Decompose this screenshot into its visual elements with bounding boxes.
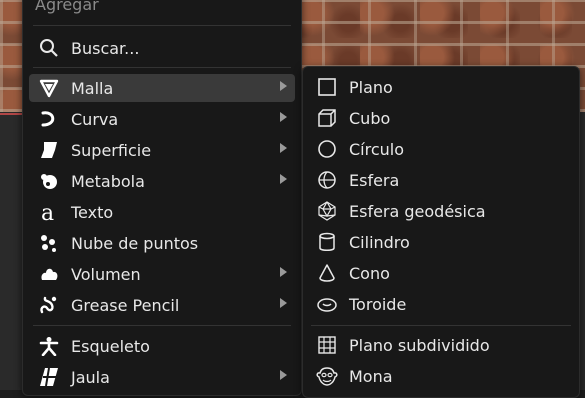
volume-icon (37, 262, 61, 286)
menu-item-metabola[interactable]: Metabola (29, 167, 295, 195)
menu-item-label: Texto (71, 202, 114, 222)
armature-icon (37, 334, 61, 358)
submenu-item-toroide[interactable]: Toroide (309, 290, 571, 318)
submenu-item-plano[interactable]: Plano (309, 73, 571, 101)
mesh-submenu: Plano Cubo Círculo Esfera Esfera geodési… (302, 66, 580, 398)
submenu-arrow-icon (280, 81, 287, 91)
menu-item-curva[interactable]: Curva (29, 105, 295, 133)
menu-item-label: Curva (71, 109, 119, 129)
submenu-item-cono[interactable]: Cono (309, 259, 571, 287)
lattice-icon (37, 365, 61, 389)
ico-sphere-icon (315, 199, 339, 223)
grease-pencil-icon (37, 293, 61, 317)
submenu-arrow-icon (280, 370, 287, 380)
point-cloud-icon (37, 231, 61, 255)
add-menu: Agregar Buscar... Malla Curva Superficie (22, 0, 302, 396)
monkey-icon (315, 364, 339, 388)
menu-separator (33, 325, 291, 326)
menu-item-label: Jaula (71, 367, 110, 387)
curve-icon (37, 107, 61, 131)
menu-title: Agregar (35, 0, 99, 14)
submenu-item-esfera[interactable]: Esfera (309, 166, 571, 194)
submenu-item-plano-subdividido[interactable]: Plano subdividido (309, 331, 571, 359)
circle-icon (315, 137, 339, 161)
submenu-item-label: Esfera (349, 170, 400, 190)
menu-item-label: Malla (71, 78, 114, 98)
menu-item-superficie[interactable]: Superficie (29, 136, 295, 164)
submenu-item-label: Plano (349, 77, 393, 97)
submenu-item-label: Esfera geodésica (349, 201, 486, 221)
submenu-item-cilindro[interactable]: Cilindro (309, 228, 571, 256)
cylinder-icon (315, 230, 339, 254)
submenu-item-label: Cilindro (349, 232, 410, 252)
cube-icon (315, 106, 339, 130)
menu-item-label: Nube de puntos (71, 233, 199, 253)
surface-icon (37, 138, 61, 162)
menu-item-label: Esqueleto (71, 336, 150, 356)
search-item[interactable]: Buscar... (29, 34, 295, 62)
menu-separator (33, 67, 291, 68)
submenu-arrow-icon (280, 298, 287, 308)
search-label: Buscar... (71, 38, 140, 58)
menu-item-label: Metabola (71, 171, 145, 191)
menu-item-nube-de-puntos[interactable]: Nube de puntos (29, 229, 295, 257)
search-icon (37, 36, 61, 60)
submenu-item-cubo[interactable]: Cubo (309, 104, 571, 132)
submenu-item-label: Toroide (349, 294, 407, 314)
menu-item-malla[interactable]: Malla (29, 74, 295, 102)
editor-left-strip (0, 112, 22, 390)
menu-separator (33, 25, 291, 26)
submenu-arrow-icon (280, 143, 287, 153)
submenu-item-label: Cono (349, 263, 390, 283)
submenu-item-circulo[interactable]: Círculo (309, 135, 571, 163)
submenu-item-esfera-geodesica[interactable]: Esfera geodésica (309, 197, 571, 225)
submenu-item-label: Plano subdividido (349, 335, 490, 355)
svg-text:a: a (41, 201, 54, 223)
submenu-item-label: Cubo (349, 108, 391, 128)
cone-icon (315, 261, 339, 285)
submenu-item-mona[interactable]: Mona (309, 362, 571, 390)
submenu-arrow-icon (280, 112, 287, 122)
timeline-marker-line (0, 113, 22, 115)
menu-item-esqueleto[interactable]: Esqueleto (29, 332, 295, 360)
submenu-arrow-icon (280, 174, 287, 184)
plane-icon (315, 75, 339, 99)
text-icon: a (37, 200, 61, 224)
grid-icon (315, 333, 339, 357)
submenu-item-label: Círculo (349, 139, 405, 159)
menu-item-label: Grease Pencil (71, 295, 180, 315)
torus-icon (315, 292, 339, 316)
menu-item-texto[interactable]: a Texto (29, 198, 295, 226)
uv-sphere-icon (315, 168, 339, 192)
menu-item-jaula[interactable]: Jaula (29, 363, 295, 391)
menu-item-label: Superficie (71, 140, 152, 160)
mesh-icon (37, 76, 61, 100)
submenu-separator (311, 325, 571, 326)
menu-item-volumen[interactable]: Volumen (29, 260, 295, 288)
menu-item-label: Volumen (71, 264, 141, 284)
metaball-icon (37, 169, 61, 193)
submenu-item-label: Mona (349, 366, 393, 386)
submenu-arrow-icon (280, 267, 287, 277)
menu-item-grease-pencil[interactable]: Grease Pencil (29, 291, 295, 319)
